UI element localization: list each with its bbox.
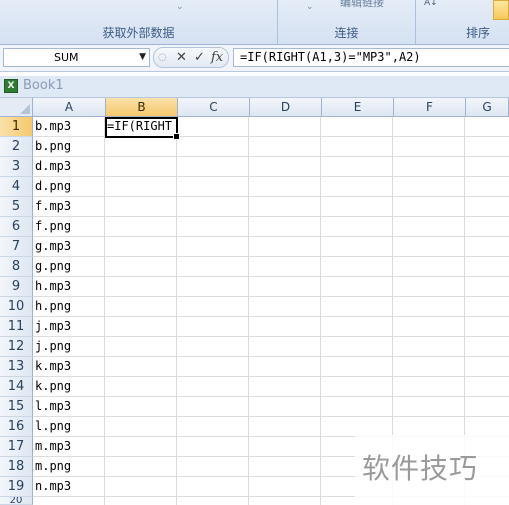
dropdown-arrow-icon[interactable]: ⌄ — [176, 2, 184, 12]
cell-a16[interactable]: l.png — [33, 417, 105, 437]
row-header[interactable]: 8 — [0, 257, 33, 277]
cell-a18[interactable]: m.png — [33, 457, 105, 477]
row-header[interactable]: 10 — [0, 297, 33, 317]
row-header[interactable]: 17 — [0, 437, 33, 457]
cell-a3[interactable]: d.mp3 — [33, 157, 105, 177]
active-cell-border[interactable] — [105, 117, 180, 140]
excel-icon: X — [4, 79, 18, 93]
fill-handle[interactable] — [173, 133, 180, 140]
select-all-icon — [20, 104, 30, 114]
cell-a7[interactable]: g.mp3 — [33, 237, 105, 257]
row-header[interactable]: 12 — [0, 337, 33, 357]
enter-icon[interactable]: ✓ — [194, 48, 205, 67]
row-header[interactable]: 2 — [0, 137, 33, 157]
row-header[interactable]: 13 — [0, 357, 33, 377]
sort-button[interactable] — [493, 0, 509, 20]
row-header[interactable]: 11 — [0, 317, 33, 337]
cell-a17[interactable]: m.mp3 — [33, 437, 105, 457]
ribbon-group-label: 排序 — [466, 26, 491, 40]
cell-a19[interactable]: n.mp3 — [33, 477, 105, 497]
name-box[interactable]: SUM ▼ — [3, 48, 150, 67]
insert-function-icon[interactable]: fx — [211, 48, 223, 67]
sort-az-icon[interactable]: A↓ — [424, 0, 438, 8]
row-header[interactable]: 19 — [0, 477, 33, 497]
name-box-value: SUM — [54, 51, 79, 64]
row-header[interactable]: 1 — [0, 117, 33, 137]
row-header[interactable]: 5 — [0, 197, 33, 217]
select-all-corner[interactable] — [0, 98, 33, 117]
grip-icon: ◌ — [158, 52, 167, 63]
row-header[interactable]: 3 — [0, 157, 33, 177]
cell-a9[interactable]: h.mp3 — [33, 277, 105, 297]
row-header[interactable]: 16 — [0, 417, 33, 437]
cell-a5[interactable]: f.mp3 — [33, 197, 105, 217]
column-header-a[interactable]: A — [33, 98, 106, 117]
row-header[interactable]: 7 — [0, 237, 33, 257]
row-header[interactable]: 6 — [0, 217, 33, 237]
row-header[interactable]: 14 — [0, 377, 33, 397]
cell-a15[interactable]: l.mp3 — [33, 397, 105, 417]
formula-bar: SUM ▼ ◌ ✕ ✓ fx =IF(RIGHT(A1,3)="MP3",A2) — [0, 45, 509, 72]
formula-buttons: ◌ ✕ ✓ fx — [153, 47, 229, 68]
cell-a10[interactable]: h.png — [33, 297, 105, 317]
row-header[interactable]: 18 — [0, 457, 33, 477]
dropdown-arrow-icon[interactable]: ⌄ — [306, 2, 314, 12]
cell-a14[interactable]: k.png — [33, 377, 105, 397]
cell-a1[interactable]: b.mp3 — [33, 117, 105, 137]
ribbon-group-label: 获取外部数据 — [102, 26, 175, 40]
watermark: 软件技巧 — [362, 452, 479, 485]
row-header[interactable]: 4 — [0, 177, 33, 197]
column-header-c[interactable]: C — [178, 98, 250, 117]
ribbon-group-get-external-data: ⌄ 获取外部数据 — [0, 0, 278, 44]
workbook-title: Book1 — [23, 78, 64, 93]
cell-a8[interactable]: g.png — [33, 257, 105, 277]
row-header[interactable]: 15 — [0, 397, 33, 417]
cell-a6[interactable]: f.png — [33, 217, 105, 237]
column-header-f[interactable]: F — [394, 98, 466, 117]
workbook-titlebar: X Book1 — [0, 76, 509, 98]
row-header[interactable]: 9 — [0, 277, 33, 297]
formula-input[interactable]: =IF(RIGHT(A1,3)="MP3",A2) — [233, 48, 509, 67]
column-header-e[interactable]: E — [322, 98, 394, 117]
column-header-g[interactable]: G — [466, 98, 509, 117]
ribbon-group-label: 连接 — [334, 26, 359, 40]
column-header-b[interactable]: B — [106, 98, 178, 117]
cell-a12[interactable]: j.png — [33, 337, 105, 357]
cell-a11[interactable]: j.mp3 — [33, 317, 105, 337]
cancel-icon[interactable]: ✕ — [176, 48, 187, 67]
ribbon-group-connections: ⌄ 编辑链接 连接 — [278, 0, 416, 44]
column-header-d[interactable]: D — [250, 98, 322, 117]
chevron-down-icon[interactable]: ▼ — [139, 49, 146, 66]
edit-links-button[interactable]: 编辑链接 — [340, 0, 384, 10]
row-header[interactable]: 20 — [0, 497, 33, 505]
cell-a13[interactable]: k.mp3 — [33, 357, 105, 377]
ribbon: ⌄ 获取外部数据 ⌄ 编辑链接 连接 A↓ 排序 — [0, 0, 509, 45]
cell-a4[interactable]: d.png — [33, 177, 105, 197]
cell-a2[interactable]: b.png — [33, 137, 105, 157]
